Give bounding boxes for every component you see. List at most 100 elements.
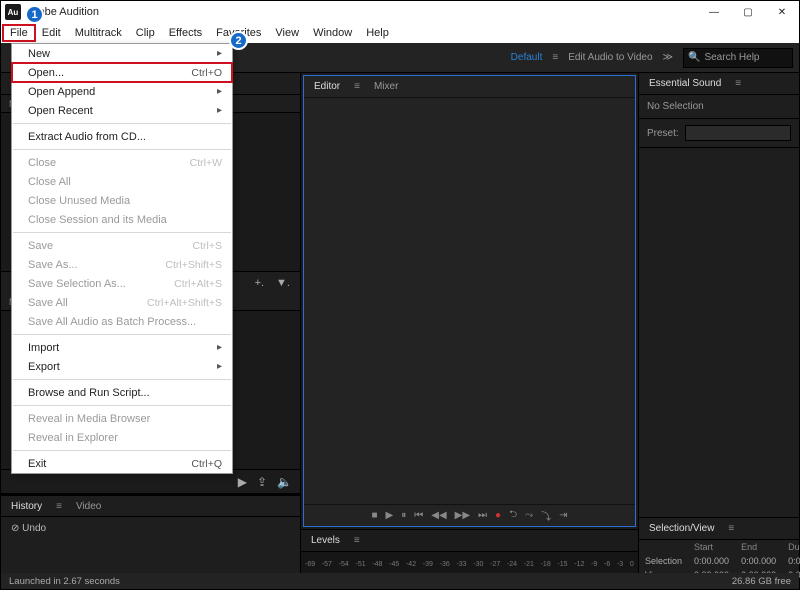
transport-btn-2[interactable]: ⏸: [401, 510, 406, 521]
ruler-tick: -45: [389, 561, 399, 573]
right-column: Editor ≡ Mixer ■ ▶ ⏸ ⏮ ◀◀ ▶▶ ⏭ ● ⮌ ⤳ ⤵ ⇥ Levels ≡: [301, 73, 799, 573]
editor-menu-icon[interactable]: ≡: [354, 81, 360, 92]
tab-editor[interactable]: Editor: [314, 81, 340, 92]
transport-btn-7[interactable]: ●: [495, 510, 501, 521]
menu-item-shortcut: Ctrl+W: [190, 157, 222, 169]
status-left: Launched in 2.67 seconds: [9, 576, 120, 587]
menu-item-export[interactable]: Export▸: [12, 357, 232, 376]
audio-icon[interactable]: 🔈: [277, 475, 292, 489]
menu-separator: [13, 123, 231, 124]
menu-separator: [13, 232, 231, 233]
workspace-edit-av[interactable]: Edit Audio to Video: [568, 52, 652, 63]
menu-item-label: Exit: [28, 458, 191, 470]
tab-history[interactable]: History: [11, 501, 42, 512]
transport-btn-4[interactable]: ◀◀: [431, 510, 446, 521]
menu-item-browse-and-run-script[interactable]: Browse and Run Script...: [12, 383, 232, 402]
status-right: 26.86 GB free: [732, 576, 791, 587]
menu-file[interactable]: File: [3, 25, 35, 41]
status-bar: Launched in 2.67 seconds 26.86 GB free: [1, 573, 799, 589]
transport-btn-5[interactable]: ▶▶: [455, 510, 470, 521]
tab-levels[interactable]: Levels: [311, 535, 340, 546]
menu-view[interactable]: View: [268, 25, 306, 41]
menu-item-label: Extract Audio from CD...: [28, 131, 222, 143]
menu-clip[interactable]: Clip: [129, 25, 162, 41]
menu-item-label: Close: [28, 157, 190, 169]
search-input[interactable]: 🔍 Search Help: [683, 48, 793, 68]
window-max-button[interactable]: ▢: [731, 1, 765, 23]
menu-separator: [13, 450, 231, 451]
sv-cell[interactable]: 0:00.000: [688, 554, 735, 568]
tab-video[interactable]: Video: [76, 501, 101, 512]
filter-funnel-icon[interactable]: ▼.: [276, 277, 290, 289]
menu-item-label: Save: [28, 240, 193, 252]
tab-mixer[interactable]: Mixer: [374, 81, 398, 92]
workspace-menu-icon[interactable]: ≡: [552, 52, 558, 63]
transport-btn-1[interactable]: ▶: [386, 510, 394, 521]
history-item-undo[interactable]: ⊘ Undo: [11, 523, 46, 534]
ruler-tick: -27: [490, 561, 500, 573]
history-menu-icon[interactable]: ≡: [56, 501, 62, 512]
menu-item-new[interactable]: New▸: [12, 44, 232, 63]
menu-edit[interactable]: Edit: [35, 25, 68, 41]
editor-canvas[interactable]: Editor ≡ Mixer ■ ▶ ⏸ ⏮ ◀◀ ▶▶ ⏭ ● ⮌ ⤳ ⤵ ⇥: [303, 75, 636, 527]
levels-menu-icon[interactable]: ≡: [354, 535, 360, 546]
menu-item-import[interactable]: Import▸: [12, 338, 232, 357]
transport-btn-10[interactable]: ⤵: [541, 508, 551, 523]
menu-item-label: Reveal in Media Browser: [28, 413, 222, 425]
menu-item-shortcut: Ctrl+Q: [191, 458, 222, 470]
filter-add-icon[interactable]: +.: [255, 277, 264, 289]
menu-help[interactable]: Help: [359, 25, 396, 41]
tab-selection-view[interactable]: Selection/View: [649, 523, 714, 534]
menu-separator: [13, 405, 231, 406]
menu-item-open-append[interactable]: Open Append▸: [12, 82, 232, 101]
window-min-button[interactable]: —: [697, 1, 731, 23]
menu-multitrack[interactable]: Multitrack: [68, 25, 129, 41]
transport-btn-11[interactable]: ⇥: [559, 510, 567, 521]
menu-item-label: Import: [28, 342, 217, 354]
ess-no-selection: No Selection: [639, 95, 799, 119]
history-panel: History ≡ Video ⊘ Undo: [1, 493, 300, 573]
ruler-tick: -54: [339, 561, 349, 573]
ruler-tick: -51: [355, 561, 365, 573]
ess-menu-icon[interactable]: ≡: [735, 78, 741, 89]
transport-btn-8[interactable]: ⮌: [509, 507, 517, 524]
sv-cell[interactable]: 0:00.000: [782, 554, 800, 568]
menu-item-save-all: Save AllCtrl+Alt+Shift+S: [12, 293, 232, 312]
submenu-arrow-icon: ▸: [217, 342, 222, 353]
menu-item-label: Close Unused Media: [28, 195, 222, 207]
menu-item-shortcut: Ctrl+O: [191, 67, 222, 79]
ess-preset-row: Preset:: [639, 119, 799, 148]
menu-window[interactable]: Window: [306, 25, 359, 41]
ess-preset-select[interactable]: [685, 125, 791, 141]
menu-item-shortcut: Ctrl+Shift+S: [165, 259, 222, 271]
transport-btn-6[interactable]: ⏭: [478, 510, 487, 521]
menu-item-extract-audio-from-cd[interactable]: Extract Audio from CD...: [12, 127, 232, 146]
loop-icon[interactable]: ⇪: [257, 475, 267, 489]
levels-meter: [301, 552, 638, 561]
menu-item-open[interactable]: Open...Ctrl+O: [12, 63, 232, 82]
menu-item-save-as: Save As...Ctrl+Shift+S: [12, 255, 232, 274]
submenu-arrow-icon: ▸: [217, 86, 222, 97]
sv-head-cell: [639, 540, 688, 554]
workspace-default[interactable]: Default: [511, 52, 543, 63]
submenu-arrow-icon: ▸: [217, 105, 222, 116]
transport-btn-3[interactable]: ⏮: [414, 510, 423, 521]
transport-btn-9[interactable]: ⤳: [525, 510, 533, 521]
tab-essential-sound[interactable]: Essential Sound: [649, 78, 721, 89]
menu-item-save-selection-as: Save Selection As...Ctrl+Alt+S: [12, 274, 232, 293]
sv-cell[interactable]: 0:00.000: [735, 554, 782, 568]
app-window: Au Adobe Audition — ▢ ✕ FileEditMultitra…: [0, 0, 800, 590]
menu-item-open-recent[interactable]: Open Recent▸: [12, 101, 232, 120]
play-icon[interactable]: ▶: [238, 475, 247, 489]
menu-item-shortcut: Ctrl+S: [193, 240, 222, 252]
menu-item-exit[interactable]: ExitCtrl+Q: [12, 454, 232, 473]
workspace-more-icon[interactable]: ≫: [663, 52, 673, 63]
sv-head-cell: Start: [688, 540, 735, 554]
transport-btn-0[interactable]: ■: [372, 510, 378, 521]
ruler-tick: -57: [322, 561, 332, 573]
ruler-tick: 0: [630, 561, 634, 573]
window-close-button[interactable]: ✕: [765, 1, 799, 23]
selview-menu-icon[interactable]: ≡: [728, 523, 734, 534]
menu-effects[interactable]: Effects: [162, 25, 209, 41]
ruler-tick: -69: [305, 561, 315, 573]
